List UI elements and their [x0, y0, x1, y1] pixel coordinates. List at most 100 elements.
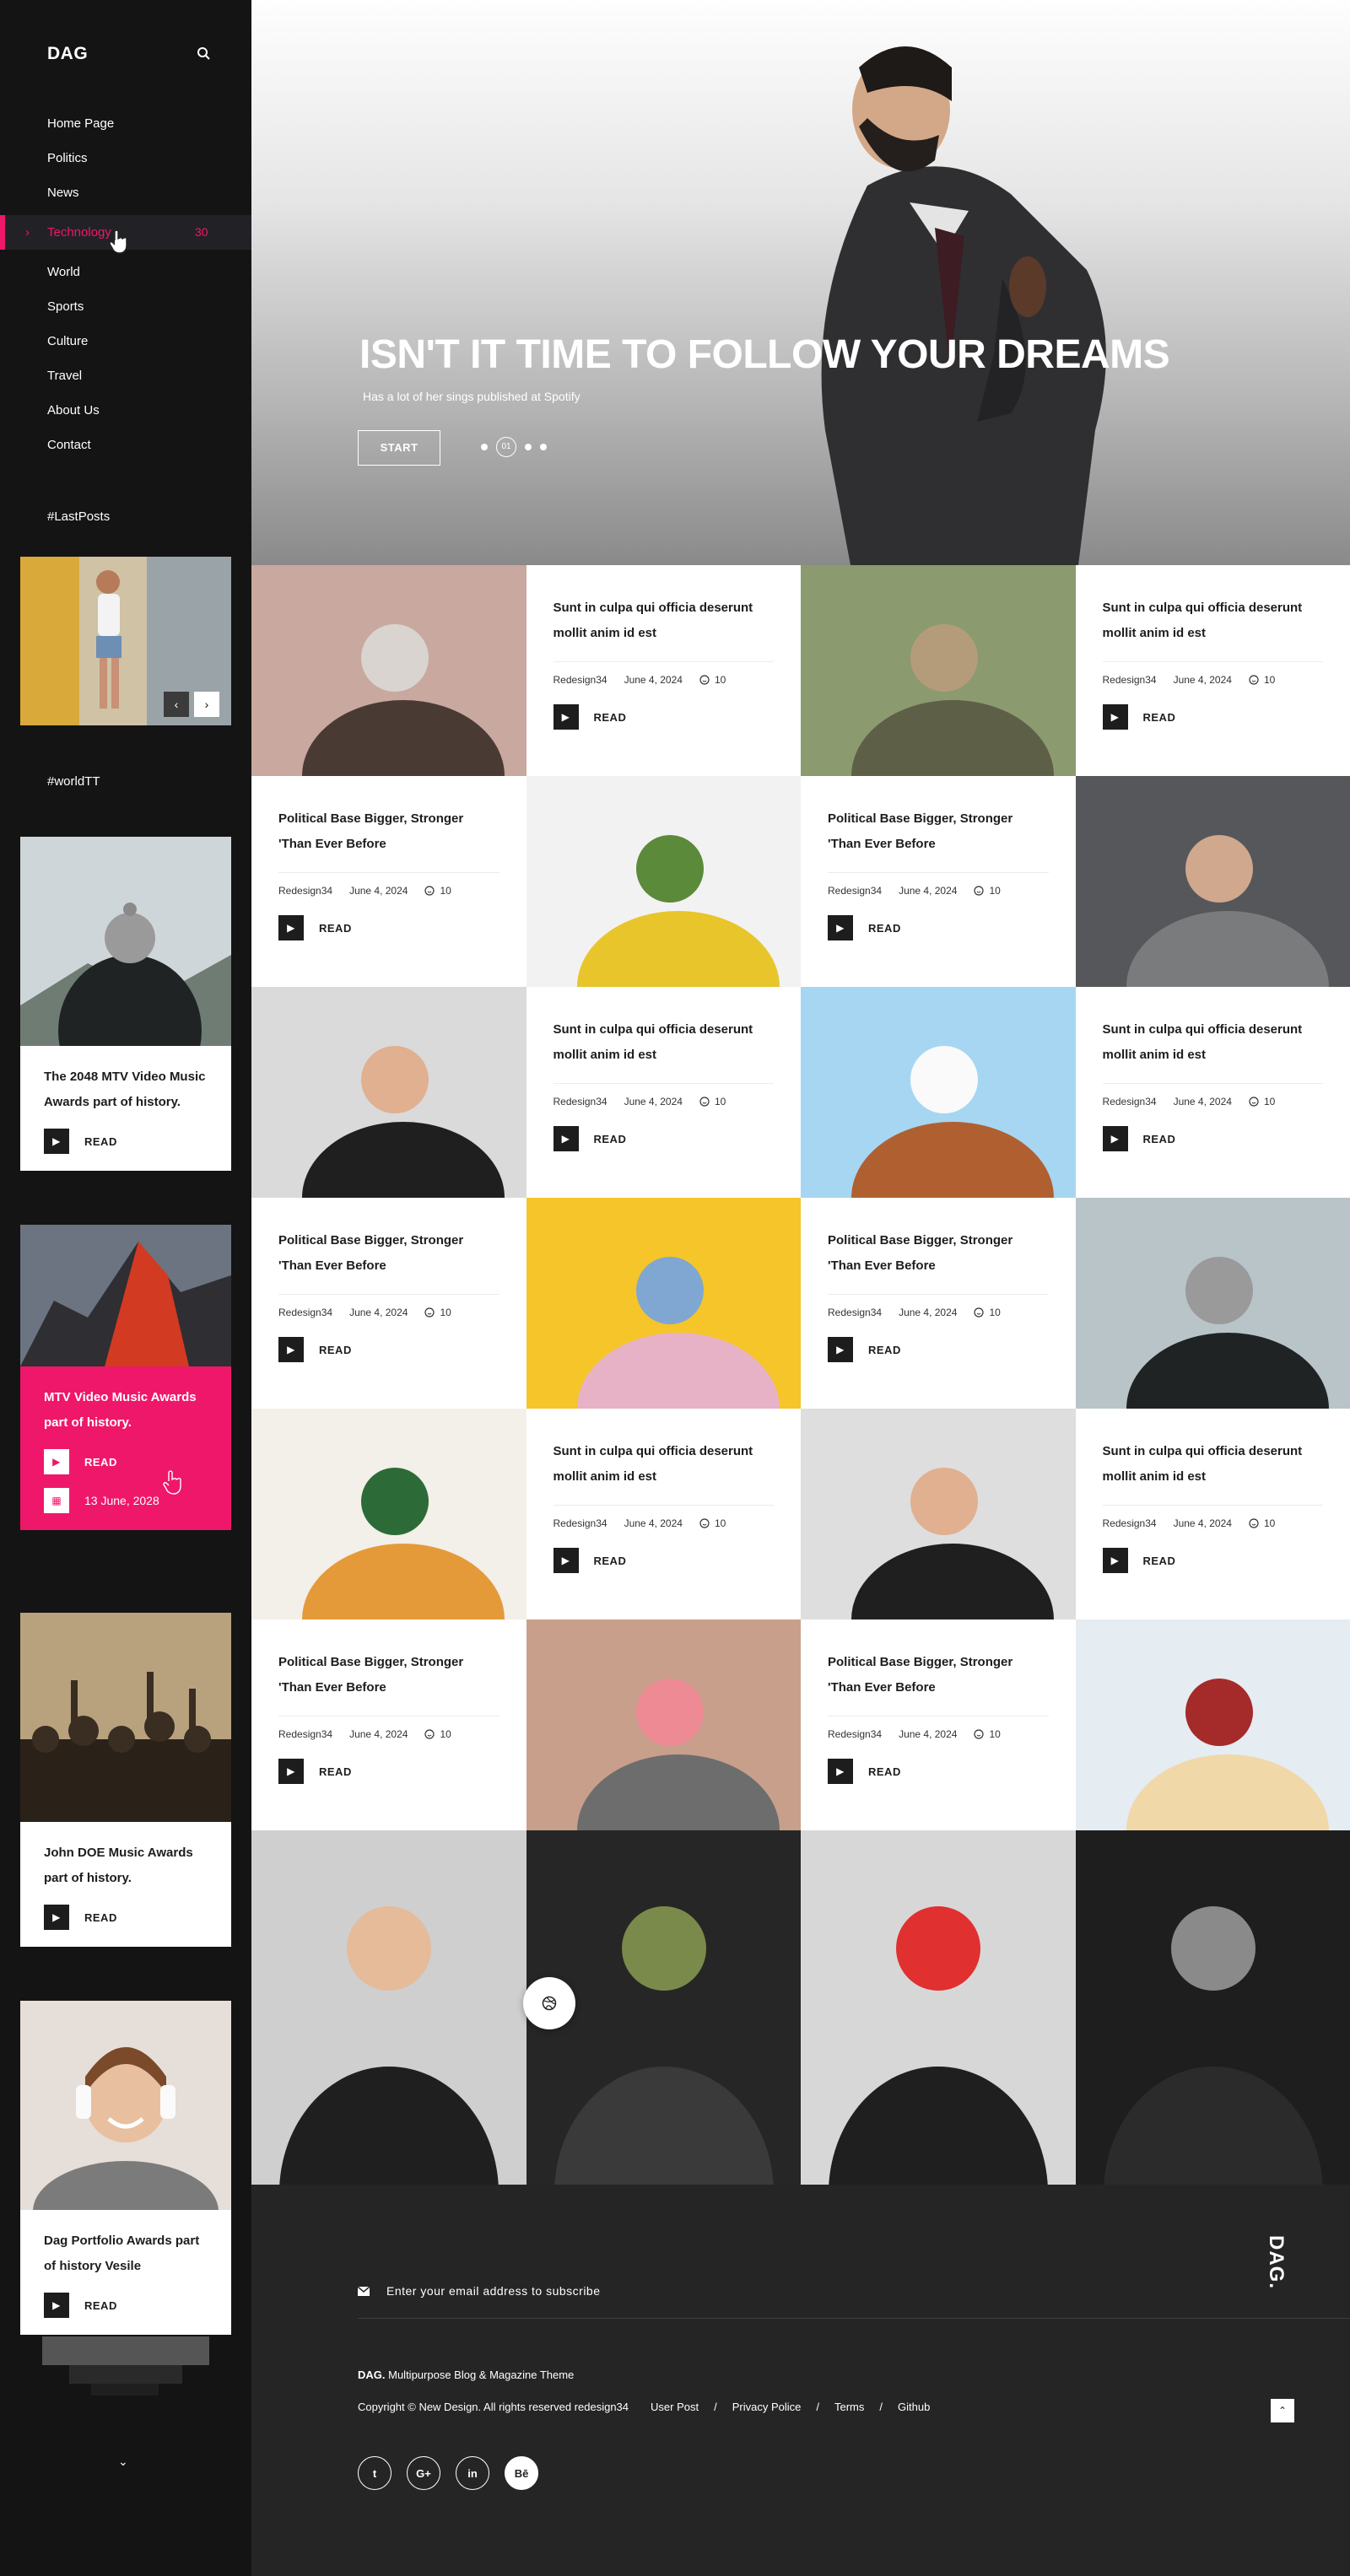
post-title[interactable]: Sunt in culpa qui officia deserunt molli… — [1103, 1439, 1324, 1490]
slider-dot-active[interactable]: 01 — [496, 437, 516, 457]
google-plus-icon[interactable]: G+ — [407, 2456, 440, 2490]
read-link[interactable]: ▶ READ — [828, 1337, 1049, 1362]
post-card[interactable]: Political Base Bigger, Stronger 'Than Ev… — [251, 1198, 526, 1409]
nav-item-politics[interactable]: Politics — [0, 141, 251, 175]
nav-item-about[interactable]: About Us — [0, 393, 251, 428]
chevron-down-icon[interactable]: ⌄ — [118, 2455, 128, 2469]
post-image[interactable] — [526, 1619, 801, 1830]
post-card[interactable]: Sunt in culpa qui officia deserunt molli… — [526, 987, 801, 1198]
read-link[interactable]: ▶ READ — [44, 1905, 208, 1930]
post-card[interactable]: Sunt in culpa qui officia deserunt molli… — [1075, 565, 1350, 776]
post-author[interactable]: Redesign34 — [1103, 674, 1157, 686]
post-image[interactable] — [251, 1409, 526, 1619]
post-title[interactable]: Sunt in culpa qui officia deserunt molli… — [554, 1017, 775, 1068]
arrow-right-icon[interactable]: ▶ — [278, 915, 304, 940]
post-comments[interactable]: 10 — [699, 1096, 726, 1107]
post-author[interactable]: Redesign34 — [278, 885, 332, 897]
post-card[interactable]: Political Base Bigger, Stronger 'Than Ev… — [251, 1619, 526, 1830]
post-image[interactable] — [526, 776, 801, 987]
footer-link-user-post[interactable]: User Post — [651, 2401, 699, 2413]
read-link[interactable]: ▶ READ — [278, 1759, 500, 1784]
subscribe-field[interactable]: Enter your email address to subscribe — [358, 2284, 601, 2298]
gallery-image[interactable] — [801, 1830, 1076, 2185]
dribbble-icon[interactable] — [523, 1977, 575, 2029]
post-comments[interactable]: 10 — [1249, 674, 1275, 686]
card-title[interactable]: MTV Video Music Awards part of history. — [44, 1385, 208, 1436]
read-link[interactable]: ▶ READ — [1102, 1548, 1324, 1573]
post-card[interactable]: Political Base Bigger, Stronger 'Than Ev… — [801, 776, 1076, 987]
post-card[interactable]: Sunt in culpa qui officia deserunt molli… — [1075, 1409, 1350, 1619]
read-link[interactable]: ▶ READ — [828, 1759, 1049, 1784]
arrow-right-icon[interactable]: ▶ — [828, 1759, 853, 1784]
arrow-right-icon[interactable]: ▶ — [1102, 704, 1128, 730]
read-link[interactable]: ▶ READ — [278, 1337, 500, 1362]
post-author[interactable]: Redesign34 — [278, 1307, 332, 1318]
post-author[interactable]: Redesign34 — [1103, 1096, 1157, 1107]
nav-item-culture[interactable]: Culture — [0, 324, 251, 358]
read-link[interactable]: ▶ READ — [553, 1126, 775, 1151]
footer-link-terms[interactable]: Terms — [834, 2401, 864, 2413]
behance-icon[interactable]: Bē — [505, 2456, 538, 2490]
post-author[interactable]: Redesign34 — [554, 1096, 608, 1107]
post-title[interactable]: Sunt in culpa qui officia deserunt molli… — [554, 595, 775, 646]
arrow-right-icon[interactable]: ▶ — [553, 704, 579, 730]
post-image[interactable] — [801, 1409, 1076, 1619]
post-author[interactable]: Redesign34 — [828, 1728, 882, 1740]
post-title[interactable]: Sunt in culpa qui officia deserunt molli… — [1103, 1017, 1324, 1068]
nav-item-sports[interactable]: Sports — [0, 289, 251, 324]
arrow-right-icon[interactable]: ▶ — [278, 1337, 304, 1362]
post-title[interactable]: Sunt in culpa qui officia deserunt molli… — [1103, 595, 1324, 646]
post-image[interactable] — [251, 565, 526, 776]
nav-item-contact[interactable]: Contact — [0, 428, 251, 462]
arrow-right-icon[interactable]: ▶ — [278, 1759, 304, 1784]
sidebar-card[interactable]: The 2048 MTV Video Music Awards part of … — [20, 837, 231, 1171]
post-comments[interactable]: 10 — [974, 1728, 1001, 1740]
post-author[interactable]: Redesign34 — [828, 1307, 882, 1318]
post-card[interactable]: Sunt in culpa qui officia deserunt molli… — [526, 565, 801, 776]
read-link[interactable]: ▶ READ — [44, 1129, 208, 1154]
arrow-right-icon[interactable]: ▶ — [44, 2293, 69, 2318]
gallery-image[interactable] — [1075, 1830, 1350, 2185]
post-image[interactable] — [1075, 776, 1350, 987]
post-comments[interactable]: 10 — [699, 674, 726, 686]
subscribe-placeholder[interactable]: Enter your email address to subscribe — [386, 2284, 601, 2298]
post-author[interactable]: Redesign34 — [554, 1517, 608, 1529]
nav-item-world[interactable]: World — [0, 255, 251, 289]
arrow-right-icon[interactable]: ▶ — [1102, 1548, 1128, 1573]
read-link[interactable]: ▶ READ — [553, 704, 775, 730]
footer-logo[interactable]: DAG. — [1264, 2235, 1288, 2289]
arrow-right-icon[interactable]: ▶ — [44, 1129, 69, 1154]
slider-dot[interactable] — [540, 444, 547, 450]
nav-item-travel[interactable]: Travel — [0, 358, 251, 393]
slider-next-button[interactable]: › — [194, 692, 219, 717]
post-image[interactable] — [801, 565, 1076, 776]
read-link[interactable]: ▶ READ — [553, 1548, 775, 1573]
post-image[interactable] — [1075, 1619, 1350, 1830]
post-card[interactable]: Political Base Bigger, Stronger 'Than Ev… — [251, 776, 526, 987]
post-title[interactable]: Political Base Bigger, Stronger 'Than Ev… — [278, 1228, 500, 1279]
post-image[interactable] — [1075, 1198, 1350, 1409]
arrow-right-icon[interactable]: ▶ — [553, 1548, 579, 1573]
sidebar-logo[interactable]: DAG — [47, 44, 88, 64]
arrow-right-icon[interactable]: ▶ — [1102, 1126, 1128, 1151]
search-icon[interactable] — [196, 46, 213, 62]
post-title[interactable]: Political Base Bigger, Stronger 'Than Ev… — [278, 1650, 500, 1700]
sidebar-card[interactable]: John DOE Music Awards part of history. ▶… — [20, 1613, 231, 1947]
post-image[interactable] — [251, 987, 526, 1198]
arrow-right-icon[interactable]: ▶ — [553, 1126, 579, 1151]
footer-link-github[interactable]: Github — [898, 2401, 930, 2413]
footer-link-privacy[interactable]: Privacy Police — [732, 2401, 802, 2413]
post-author[interactable]: Redesign34 — [828, 885, 882, 897]
arrow-right-icon[interactable]: ▶ — [828, 915, 853, 940]
card-title[interactable]: John DOE Music Awards part of history. — [44, 1840, 208, 1891]
slider-prev-button[interactable]: ‹ — [164, 692, 189, 717]
post-card[interactable]: Sunt in culpa qui officia deserunt molli… — [1075, 987, 1350, 1198]
post-comments[interactable]: 10 — [1249, 1096, 1275, 1107]
post-image[interactable] — [526, 1198, 801, 1409]
post-comments[interactable]: 10 — [424, 1307, 451, 1318]
nav-item-technology[interactable]: › Technology 30 — [0, 215, 251, 254]
twitter-icon[interactable]: t — [358, 2456, 392, 2490]
post-card[interactable]: Political Base Bigger, Stronger 'Than Ev… — [801, 1198, 1076, 1409]
arrow-right-icon[interactable]: ▶ — [828, 1337, 853, 1362]
nav-item-news[interactable]: News — [0, 175, 251, 210]
